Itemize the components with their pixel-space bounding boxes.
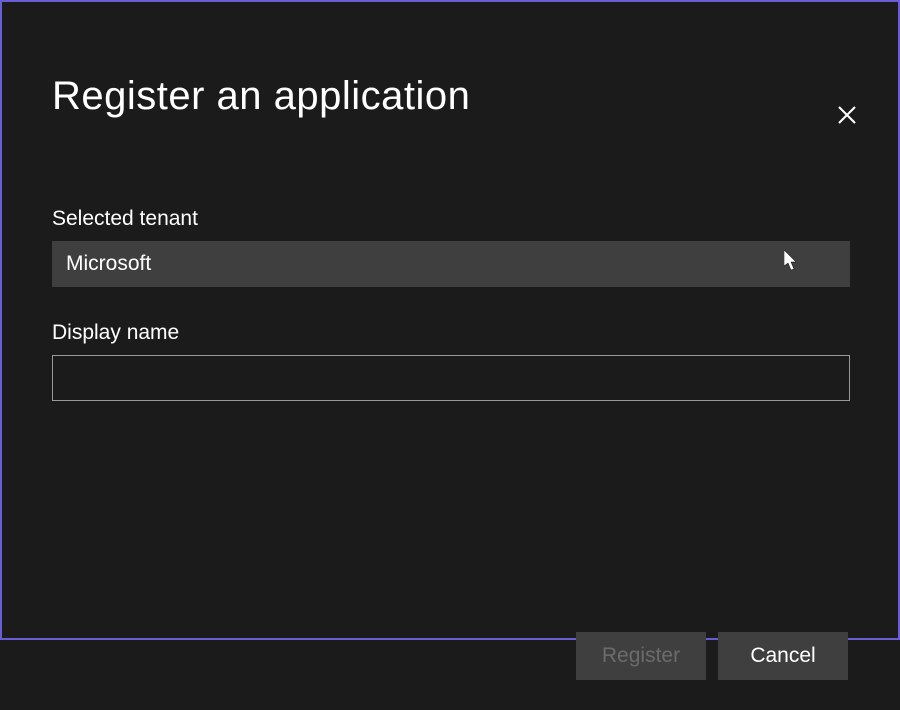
register-button[interactable]: Register xyxy=(576,632,706,680)
tenant-field-group: Selected tenant Microsoft xyxy=(52,207,848,287)
tenant-label: Selected tenant xyxy=(52,207,848,231)
display-name-field-group: Display name xyxy=(52,321,848,401)
cancel-button[interactable]: Cancel xyxy=(718,632,848,680)
display-name-label: Display name xyxy=(52,321,848,345)
dialog-title: Register an application xyxy=(52,74,848,119)
dialog-buttons: Register Cancel xyxy=(576,632,848,680)
register-application-dialog: Register an application Selected tenant … xyxy=(2,74,898,710)
tenant-value: Microsoft xyxy=(52,241,850,287)
close-icon xyxy=(837,105,857,130)
close-button[interactable] xyxy=(832,102,862,132)
display-name-input[interactable] xyxy=(52,355,850,401)
